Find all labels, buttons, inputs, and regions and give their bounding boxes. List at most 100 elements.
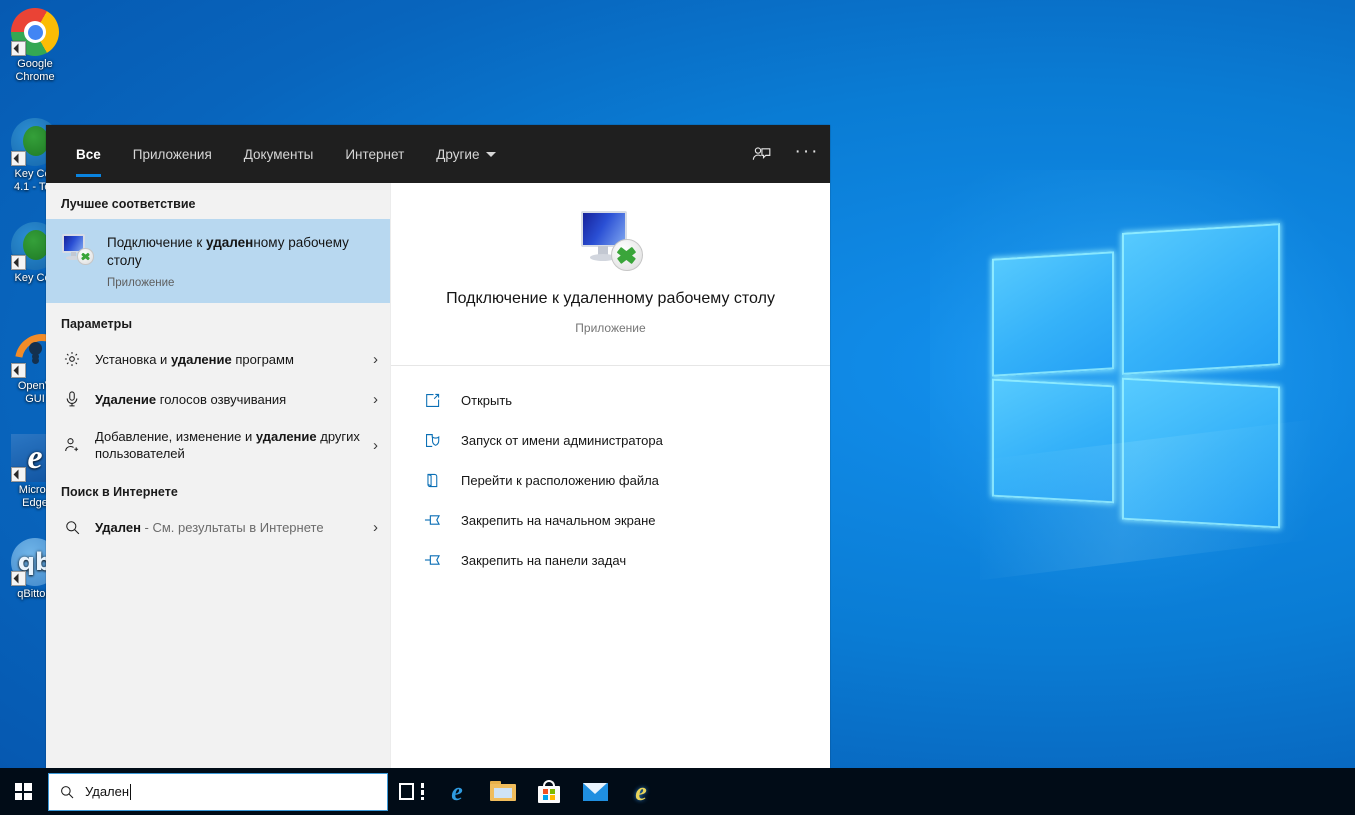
- label-prefix: Установка и: [95, 352, 171, 367]
- chevron-right-icon: ›: [362, 392, 378, 407]
- remote-desktop-icon: [580, 209, 642, 271]
- search-flyout-panel: Все Приложения Документы Интернет Другие: [46, 125, 830, 768]
- preview-app-title: Подключение к удаленному рабочему столу: [419, 287, 802, 311]
- action-pin-to-taskbar[interactable]: Закрепить на панели задач: [421, 540, 830, 580]
- best-match-title: Подключение к удаленному рабочему столу: [107, 234, 378, 270]
- search-panel-body: Лучшее соответствие Подключение к удален…: [46, 183, 830, 768]
- chevron-right-icon: ›: [362, 520, 378, 535]
- label-highlight: Удаление: [95, 392, 156, 407]
- wallpaper-quad-bottom-left: [992, 379, 1114, 504]
- settings-item-label: Добавление, изменение и удаление других …: [95, 428, 362, 462]
- tab-label: Другие: [436, 147, 479, 162]
- settings-item-label: Установка и удаление программ: [95, 351, 362, 368]
- action-open-file-location[interactable]: Перейти к расположению файла: [421, 460, 830, 500]
- pin-taskbar-icon: [421, 549, 443, 571]
- task-view-icon: [398, 779, 424, 805]
- label-suffix: программ: [232, 352, 294, 367]
- wallpaper-quad-bottom-right: [1122, 378, 1280, 529]
- tab-all[interactable]: Все: [60, 125, 117, 183]
- open-icon: [421, 389, 443, 411]
- windows-logo-icon: [15, 783, 32, 800]
- more-options-icon: ···: [795, 142, 820, 167]
- wallpaper-quad-top-left: [992, 251, 1114, 376]
- shortcut-arrow-icon: [11, 151, 26, 166]
- shortcut-arrow-icon: [11, 255, 26, 270]
- web-search-label: Удален - См. результаты в Интернете: [95, 519, 362, 536]
- chevron-down-icon: [486, 152, 496, 157]
- best-match-section-title: Лучшее соответствие: [46, 183, 390, 219]
- settings-item-other-users[interactable]: Добавление, изменение и удаление других …: [46, 419, 390, 471]
- tab-more[interactable]: Другие: [420, 125, 512, 183]
- search-icon: [59, 784, 75, 800]
- action-run-as-administrator[interactable]: Запуск от имени администратора: [421, 420, 830, 460]
- action-label: Закрепить на начальном экране: [461, 513, 656, 528]
- settings-item-label: Удаление голосов озвучивания: [95, 391, 362, 408]
- search-results-column: Лучшее соответствие Подключение к удален…: [46, 183, 390, 768]
- more-options-button[interactable]: ···: [784, 125, 830, 183]
- taskbar: Удален e: [0, 768, 1355, 815]
- mail-icon: [582, 779, 608, 805]
- feedback-button[interactable]: [738, 125, 784, 183]
- edge-glyph: e: [451, 779, 463, 805]
- web-search-query: Удален: [95, 520, 141, 535]
- label-highlight: удаление: [256, 429, 317, 444]
- tab-label: Приложения: [133, 147, 212, 162]
- desktop-icon-google-chrome[interactable]: Google Chrome: [2, 8, 68, 84]
- file-location-icon: [421, 469, 443, 491]
- action-label: Закрепить на панели задач: [461, 553, 626, 568]
- remote-desktop-icon: [61, 233, 93, 265]
- settings-item-apps-and-features[interactable]: Установка и удаление программ ›: [46, 339, 390, 379]
- internet-explorer-button[interactable]: e: [618, 768, 664, 815]
- tab-documents[interactable]: Документы: [228, 125, 330, 183]
- microsoft-store-button[interactable]: [526, 768, 572, 815]
- tab-web[interactable]: Интернет: [329, 125, 420, 183]
- preview-app-type: Приложение: [419, 321, 802, 335]
- tab-apps[interactable]: Приложения: [117, 125, 228, 183]
- best-match-result[interactable]: Подключение к удаленному рабочему столу …: [46, 219, 390, 303]
- preview-action-list: Открыть Запуск от имени администратора: [391, 366, 830, 580]
- web-search-result[interactable]: Удален - См. результаты в Интернете ›: [46, 507, 390, 547]
- desktop-icon-label: Google Chrome: [2, 58, 68, 84]
- chevron-right-icon: ›: [362, 438, 378, 453]
- chrome-icon: [11, 8, 59, 56]
- best-match-subtitle: Приложение: [107, 277, 378, 289]
- shortcut-arrow-icon: [11, 467, 26, 482]
- text-cursor: [130, 784, 131, 800]
- preview-column: Подключение к удаленному рабочему столу …: [390, 183, 830, 768]
- label-suffix: голосов озвучивания: [156, 392, 286, 407]
- pin-start-icon: [421, 509, 443, 531]
- edge-button[interactable]: e: [434, 768, 480, 815]
- tab-label: Документы: [244, 147, 314, 162]
- file-explorer-button[interactable]: [480, 768, 526, 815]
- folder-icon: [490, 779, 516, 805]
- action-label: Перейти к расположению файла: [461, 473, 659, 488]
- store-icon: [536, 779, 562, 805]
- header-spacer: [512, 125, 738, 183]
- start-button[interactable]: [0, 768, 46, 815]
- tab-label: Интернет: [345, 147, 404, 162]
- ie-glyph: e: [635, 779, 647, 805]
- internet-explorer-icon: e: [628, 779, 654, 805]
- task-view-button[interactable]: [388, 768, 434, 815]
- search-tab-bar: Все Приложения Документы Интернет Другие: [46, 125, 830, 183]
- shortcut-arrow-icon: [11, 41, 26, 56]
- action-pin-to-start[interactable]: Закрепить на начальном экране: [421, 500, 830, 540]
- gear-icon: [61, 348, 83, 370]
- search-input-value: Удален: [85, 784, 129, 799]
- chevron-right-icon: ›: [362, 352, 378, 367]
- action-label: Запуск от имени администратора: [461, 433, 663, 448]
- action-label: Открыть: [461, 393, 512, 408]
- shortcut-arrow-icon: [11, 363, 26, 378]
- best-match-title-highlight: удален: [206, 235, 253, 250]
- label-highlight: удаление: [171, 352, 232, 367]
- mail-button[interactable]: [572, 768, 618, 815]
- shield-run-as-admin-icon: [421, 429, 443, 451]
- settings-item-speech-voices[interactable]: Удаление голосов озвучивания ›: [46, 379, 390, 419]
- preview-header: Подключение к удаленному рабочему столу …: [391, 183, 830, 366]
- microphone-icon: [61, 388, 83, 410]
- web-search-section-title: Поиск в Интернете: [46, 471, 390, 507]
- web-search-hint: - См. результаты в Интернете: [141, 520, 324, 535]
- action-open[interactable]: Открыть: [421, 380, 830, 420]
- feedback-icon: [751, 144, 772, 165]
- taskbar-search-input[interactable]: Удален: [48, 773, 388, 811]
